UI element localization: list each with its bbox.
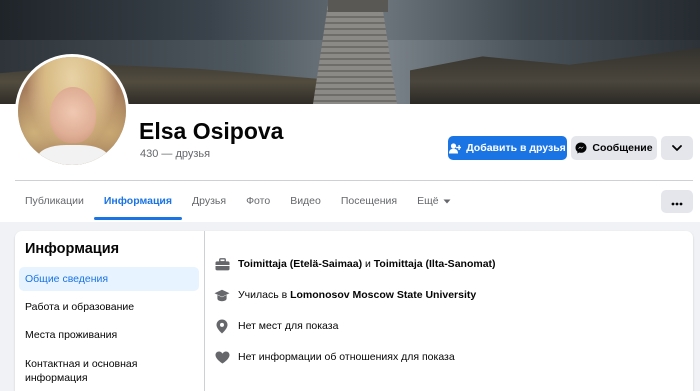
tab-label: Друзья	[192, 195, 227, 207]
tab-photos[interactable]: Фото	[236, 186, 280, 216]
work-job-1[interactable]: Toimittaja (Etelä-Saimaa)	[238, 258, 362, 270]
education-text: Училась в Lomonosov Moscow State Univers…	[238, 289, 476, 301]
places-text: Нет мест для показа	[238, 320, 339, 332]
profile-name: Elsa Osipova	[139, 118, 284, 144]
heart-icon	[214, 349, 230, 365]
cover-dock-end	[328, 0, 388, 12]
work-job-2[interactable]: Toimittaja (Ilta-Sanomat)	[374, 258, 496, 270]
avatar-photo	[18, 57, 126, 165]
sidebar-item-label: Места проживания	[25, 329, 118, 341]
sidebar-item-label: Общие сведения	[25, 273, 109, 285]
work-row: Toimittaja (Etelä-Saimaa) и Toimittaja (…	[214, 255, 496, 273]
briefcase-icon	[214, 256, 230, 272]
work-connector: и	[362, 258, 374, 270]
tab-friends[interactable]: Друзья	[182, 186, 236, 216]
education-row: Училась в Lomonosov Moscow State Univers…	[214, 286, 476, 304]
ellipsis-icon	[671, 193, 683, 211]
tab-about[interactable]: Информация	[93, 186, 183, 220]
profile-tabs: Публикации Информация Друзья Фото Видео …	[15, 186, 461, 220]
add-user-icon	[449, 142, 462, 154]
sidebar-item-places[interactable]: Места проживания	[19, 323, 199, 347]
sidebar-item-label: Контактная и основная информация	[25, 358, 138, 384]
sidebar-item-contact-info[interactable]: Контактная и основная информация	[19, 357, 199, 387]
about-card-separator	[204, 231, 205, 391]
tab-label: Публикации	[25, 195, 84, 207]
places-row: Нет мест для показа	[214, 317, 338, 335]
relationship-row: Нет информации об отношениях для показа	[214, 348, 455, 366]
location-pin-icon	[214, 318, 230, 334]
tab-label: Видео	[290, 195, 321, 207]
avatar-shirt	[38, 145, 108, 165]
add-friend-button[interactable]: Добавить в друзья	[448, 136, 567, 160]
tabs-more-button[interactable]	[661, 190, 693, 213]
sidebar-item-label: Работа и образование	[25, 301, 135, 313]
add-friend-label: Добавить в друзья	[466, 142, 566, 154]
header-divider	[15, 180, 693, 181]
chevron-down-icon	[672, 145, 682, 151]
work-text: Toimittaja (Etelä-Saimaa) и Toimittaja (…	[238, 258, 496, 270]
messenger-icon	[575, 142, 587, 154]
message-label: Сообщение	[592, 142, 653, 154]
tab-label: Фото	[246, 195, 271, 207]
friends-count[interactable]: 430 — друзья	[140, 148, 210, 160]
profile-options-button[interactable]	[661, 136, 693, 160]
avatar-face	[50, 87, 96, 143]
about-title: Информация	[25, 241, 120, 257]
education-school[interactable]: Lomonosov Moscow State University	[290, 289, 476, 301]
sidebar-item-overview[interactable]: Общие сведения	[19, 267, 199, 291]
sidebar-item-work-education[interactable]: Работа и образование	[19, 295, 199, 319]
tab-check-ins[interactable]: Посещения	[331, 186, 407, 216]
tab-videos[interactable]: Видео	[280, 186, 331, 216]
tab-label: Информация	[103, 195, 172, 207]
relationship-text: Нет информации об отношениях для показа	[238, 351, 455, 363]
tab-label: Посещения	[340, 195, 398, 207]
education-prefix: Училась в	[238, 289, 291, 301]
tab-label: Ещё	[417, 195, 439, 207]
graduation-cap-icon	[214, 287, 230, 303]
tab-posts[interactable]: Публикации	[15, 186, 94, 216]
avatar[interactable]	[15, 54, 129, 168]
message-button[interactable]: Сообщение	[571, 136, 657, 160]
caret-down-icon	[443, 195, 451, 207]
tab-more[interactable]: Ещё	[407, 186, 460, 216]
